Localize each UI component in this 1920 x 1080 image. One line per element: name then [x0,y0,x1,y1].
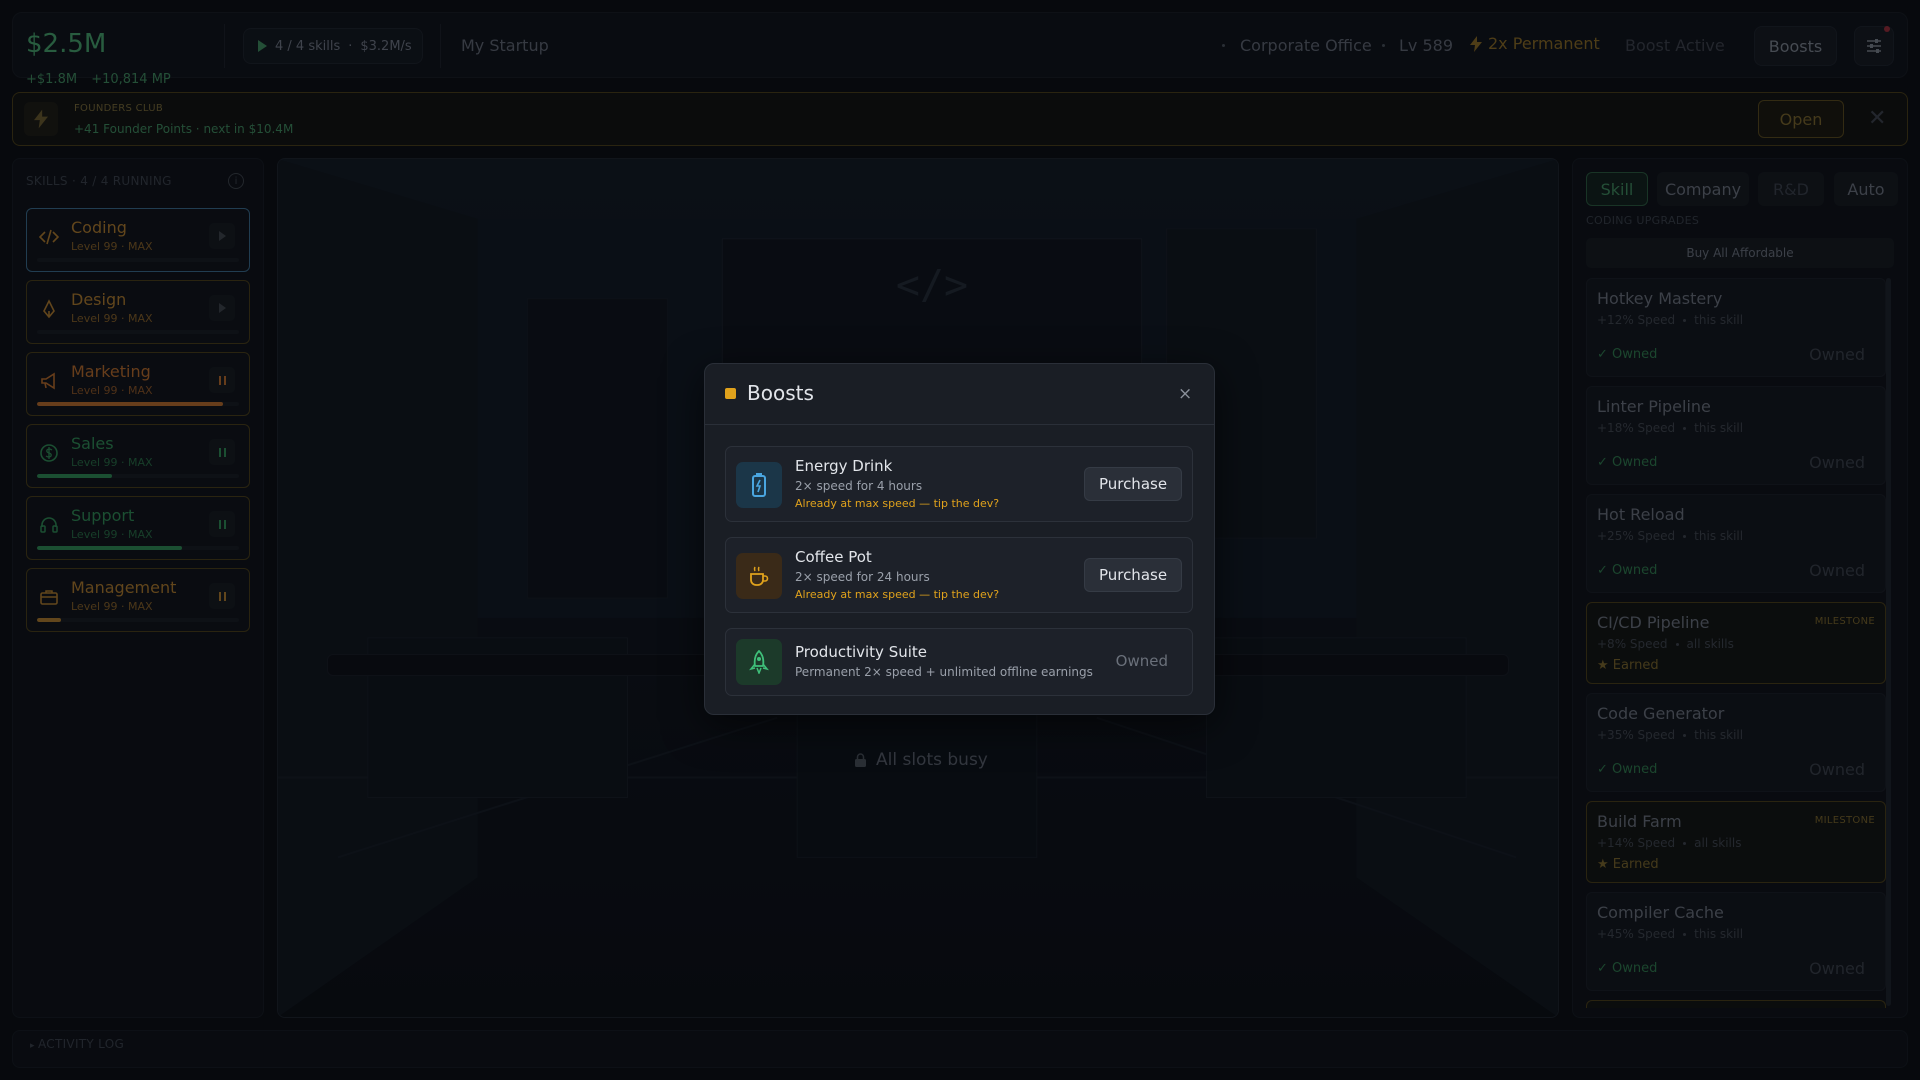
close-icon[interactable]: × [1178,384,1192,404]
boost-description: 2× speed for 24 hours [795,570,930,584]
boost-warning: Already at max speed — tip the dev? [795,497,1000,510]
purchase-button[interactable]: Purchase [1084,558,1182,592]
boost-name: Productivity Suite [795,643,927,661]
boost-item-coffee-pot: Coffee Pot 2× speed for 24 hours Already… [725,537,1193,613]
battery-icon [736,462,782,508]
boost-warning: Already at max speed — tip the dev? [795,588,1000,601]
boost-name: Energy Drink [795,457,893,475]
boost-description: 2× speed for 4 hours [795,479,923,493]
boost-item-productivity-suite: Productivity Suite Permanent 2× speed + … [725,628,1193,696]
rocket-icon [736,639,782,685]
coffee-icon [736,553,782,599]
boost-description: Permanent 2× speed + unlimited offline e… [795,665,1093,679]
purchase-button[interactable]: Purchase [1084,467,1182,501]
modal-title-icon [725,388,736,399]
boost-item-energy-drink: Energy Drink 2× speed for 4 hours Alread… [725,446,1193,522]
modal-title: Boosts [747,381,814,405]
owned-label: Owned [1115,652,1168,670]
boost-name: Coffee Pot [795,548,872,566]
